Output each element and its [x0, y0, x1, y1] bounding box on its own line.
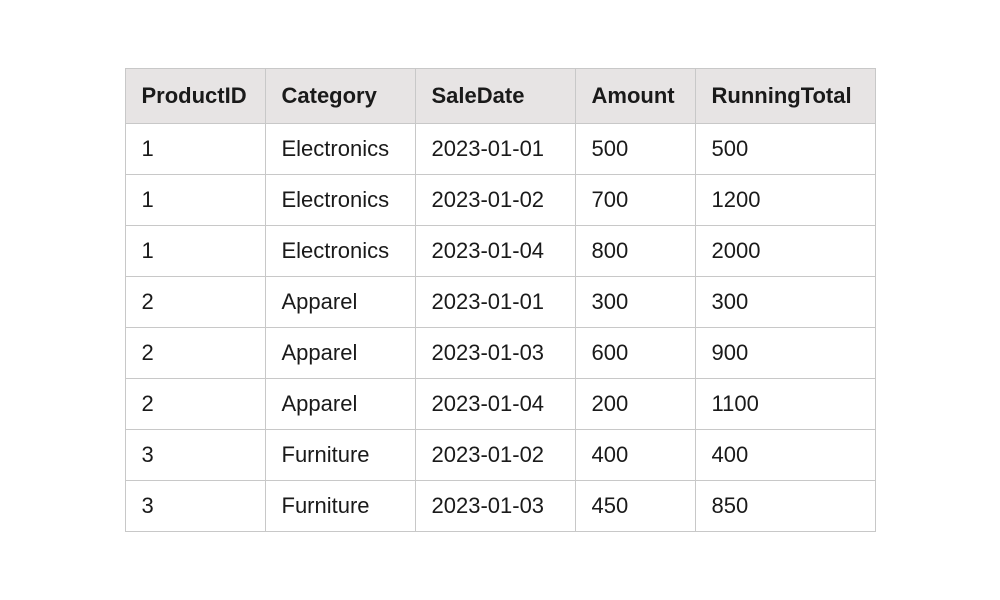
table-row: 2 Apparel 2023-01-04 200 1100 — [125, 379, 875, 430]
cell-amount: 200 — [575, 379, 695, 430]
cell-productid: 2 — [125, 328, 265, 379]
table-container: ProductID Category SaleDate Amount Runni… — [125, 68, 876, 532]
cell-category: Apparel — [265, 277, 415, 328]
cell-category: Apparel — [265, 379, 415, 430]
table-row: 2 Apparel 2023-01-03 600 900 — [125, 328, 875, 379]
cell-saledate: 2023-01-01 — [415, 277, 575, 328]
table-body: 1 Electronics 2023-01-01 500 500 1 Elect… — [125, 124, 875, 532]
cell-saledate: 2023-01-03 — [415, 328, 575, 379]
cell-productid: 3 — [125, 481, 265, 532]
header-category: Category — [265, 69, 415, 124]
cell-productid: 2 — [125, 277, 265, 328]
table-row: 3 Furniture 2023-01-03 450 850 — [125, 481, 875, 532]
cell-runningtotal: 900 — [695, 328, 875, 379]
cell-amount: 700 — [575, 175, 695, 226]
cell-category: Electronics — [265, 226, 415, 277]
table-row: 1 Electronics 2023-01-01 500 500 — [125, 124, 875, 175]
cell-productid: 1 — [125, 175, 265, 226]
table-header: ProductID Category SaleDate Amount Runni… — [125, 69, 875, 124]
cell-amount: 500 — [575, 124, 695, 175]
cell-category: Electronics — [265, 175, 415, 226]
header-amount: Amount — [575, 69, 695, 124]
cell-category: Furniture — [265, 481, 415, 532]
cell-runningtotal: 850 — [695, 481, 875, 532]
cell-runningtotal: 1100 — [695, 379, 875, 430]
cell-productid: 2 — [125, 379, 265, 430]
cell-runningtotal: 300 — [695, 277, 875, 328]
sales-table: ProductID Category SaleDate Amount Runni… — [125, 68, 876, 532]
cell-amount: 600 — [575, 328, 695, 379]
table-row: 1 Electronics 2023-01-04 800 2000 — [125, 226, 875, 277]
cell-saledate: 2023-01-02 — [415, 175, 575, 226]
cell-saledate: 2023-01-01 — [415, 124, 575, 175]
header-saledate: SaleDate — [415, 69, 575, 124]
cell-category: Furniture — [265, 430, 415, 481]
cell-amount: 300 — [575, 277, 695, 328]
header-runningtotal: RunningTotal — [695, 69, 875, 124]
cell-runningtotal: 400 — [695, 430, 875, 481]
cell-saledate: 2023-01-04 — [415, 226, 575, 277]
cell-productid: 1 — [125, 226, 265, 277]
cell-saledate: 2023-01-03 — [415, 481, 575, 532]
table-row: 1 Electronics 2023-01-02 700 1200 — [125, 175, 875, 226]
table-row: 2 Apparel 2023-01-01 300 300 — [125, 277, 875, 328]
cell-productid: 3 — [125, 430, 265, 481]
cell-amount: 450 — [575, 481, 695, 532]
cell-productid: 1 — [125, 124, 265, 175]
table-row: 3 Furniture 2023-01-02 400 400 — [125, 430, 875, 481]
cell-runningtotal: 500 — [695, 124, 875, 175]
header-productid: ProductID — [125, 69, 265, 124]
cell-amount: 800 — [575, 226, 695, 277]
cell-category: Apparel — [265, 328, 415, 379]
cell-saledate: 2023-01-02 — [415, 430, 575, 481]
header-row: ProductID Category SaleDate Amount Runni… — [125, 69, 875, 124]
cell-category: Electronics — [265, 124, 415, 175]
cell-amount: 400 — [575, 430, 695, 481]
cell-runningtotal: 1200 — [695, 175, 875, 226]
cell-saledate: 2023-01-04 — [415, 379, 575, 430]
cell-runningtotal: 2000 — [695, 226, 875, 277]
